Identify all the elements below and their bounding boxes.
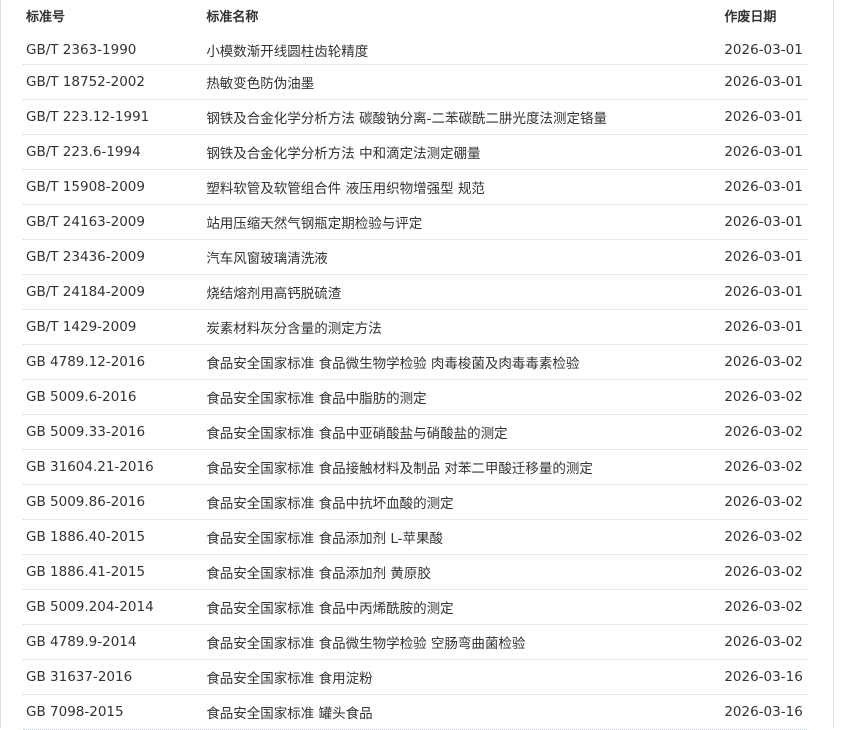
abolish-date-cell: 2026-03-02 [724,389,803,405]
standard-name-cell[interactable]: 食品安全国家标准 食品微生物学检验 空肠弯曲菌检验 [206,632,724,652]
table-row[interactable]: GB/T 2363-1990 小模数渐开线圆柱齿轮精度 2026-03-01 [23,35,807,65]
standard-name-cell[interactable]: 站用压缩天然气钢瓶定期检验与评定 [206,212,724,232]
standard-code-cell: GB/T 2363-1990 [26,41,137,58]
table-row[interactable]: GB 5009.33-2016 食品安全国家标准 食品中亚硝酸盐与硝酸盐的测定 20… [23,415,807,450]
table-row[interactable]: GB/T 24163-2009 站用压缩天然气钢瓶定期检验与评定 2026-03-0… [23,205,807,240]
table-row[interactable]: GB 7098-2015 食品安全国家标准 罐头食品 2026-03-16 [23,695,807,730]
standard-name-cell[interactable]: 炭素材料灰分含量的测定方法 [206,317,724,337]
standard-code-cell: GB 5009.33-2016 [26,424,146,440]
table-row[interactable]: GB 4789.12-2016 食品安全国家标准 食品微生物学检验 肉毒梭菌及肉毒… [23,345,807,380]
table-row[interactable]: GB 5009.86-2016 食品安全国家标准 食品中抗坏血酸的测定 2026-0… [23,485,807,520]
header-standard-name: 标准名称 [206,9,259,25]
table-row[interactable]: GB/T 15908-2009 塑料软管及软管组合件 液压用织物增强型 规范 202… [23,170,807,205]
standard-code-cell: GB 5009.86-2016 [26,494,146,510]
standard-name-cell[interactable]: 食品安全国家标准 罐头食品 [206,702,724,722]
abolish-date-cell: 2026-03-02 [724,424,803,440]
table-row[interactable]: GB 5009.6-2016 食品安全国家标准 食品中脂肪的测定 2026-03-0… [23,380,807,415]
table-row[interactable]: GB/T 1429-2009 炭素材料灰分含量的测定方法 2026-03-01 [23,310,807,345]
abolish-date-cell: 2026-03-02 [724,564,803,580]
standard-name-cell[interactable]: 食品安全国家标准 食品添加剂 黄原胶 [206,562,724,582]
standard-name-cell[interactable]: 食品安全国家标准 食品中亚硝酸盐与硝酸盐的测定 [206,422,724,442]
table-row[interactable]: GB 1886.41-2015 食品安全国家标准 食品添加剂 黄原胶 2026-03… [23,555,807,590]
abolish-date-cell: 2026-03-01 [724,179,803,195]
standard-name-cell[interactable]: 热敏变色防伪油墨 [206,72,724,92]
abolish-date-cell: 2026-03-01 [724,109,803,125]
abolish-date-cell: 2026-03-01 [724,319,803,335]
standard-code-cell: GB 5009.204-2014 [26,599,154,615]
abolish-date-cell: 2026-03-01 [724,144,803,160]
table-row[interactable]: GB/T 223.6-1994 钢铁及合金化学分析方法 中和滴定法测定硼量 2026… [23,135,807,170]
standard-name-cell[interactable]: 塑料软管及软管组合件 液压用织物增强型 规范 [206,177,724,197]
abolished-standards-table: 标准号 标准名称 作废日期 GB/T 2363-1990 小模数渐开线圆柱齿轮精度… [23,0,807,730]
standard-code-cell: GB 1886.41-2015 [26,564,146,580]
standard-code-cell: GB/T 1429-2009 [26,319,137,335]
abolish-date-cell: 2026-03-16 [724,704,803,720]
header-standard-code: 标准号 [26,9,66,25]
standard-name-cell[interactable]: 食品安全国家标准 食品中丙烯酰胺的测定 [206,597,724,617]
standard-name-cell[interactable]: 汽车风窗玻璃清洗液 [206,247,724,267]
header-abolish-date: 作废日期 [724,9,777,25]
standard-code-cell: GB 4789.9-2014 [26,634,137,650]
abolish-date-cell: 2026-03-02 [724,599,803,615]
standard-code-cell: GB 7098-2015 [26,704,124,720]
content-panel: 标准号 标准名称 作废日期 GB/T 2363-1990 小模数渐开线圆柱齿轮精度… [0,0,834,730]
standard-name-cell[interactable]: 小模数渐开线圆柱齿轮精度 [206,40,724,60]
abolish-date-cell: 2026-03-02 [724,494,803,510]
standard-code-cell: GB 31637-2016 [26,669,133,685]
standard-code-cell: GB 31604.21-2016 [26,459,154,475]
abolish-date-cell: 2026-03-02 [724,459,803,475]
standard-code-cell: GB 5009.6-2016 [26,389,137,405]
table-row[interactable]: GB/T 223.12-1991 钢铁及合金化学分析方法 碳酸钠分离-二苯碳酰二肼… [23,100,807,135]
standard-code-cell: GB/T 18752-2002 [26,74,145,90]
standard-name-cell[interactable]: 钢铁及合金化学分析方法 碳酸钠分离-二苯碳酰二肼光度法测定铬量 [206,107,724,127]
abolish-date-cell: 2026-03-01 [724,284,803,300]
standard-code-cell: GB 1886.40-2015 [26,529,146,545]
abolish-date-cell: 2026-03-01 [724,214,803,230]
table-row[interactable]: GB 31637-2016 食品安全国家标准 食用淀粉 2026-03-16 [23,660,807,695]
table-row[interactable]: GB 4789.9-2014 食品安全国家标准 食品微生物学检验 空肠弯曲菌检验 2… [23,625,807,660]
standard-name-cell[interactable]: 食品安全国家标准 食品微生物学检验 肉毒梭菌及肉毒毒素检验 [206,352,724,372]
abolish-date-cell: 2026-03-01 [724,249,803,265]
table-row[interactable]: GB/T 18752-2002 热敏变色防伪油墨 2026-03-01 [23,65,807,100]
abolish-date-cell: 2026-03-02 [724,354,803,370]
table-row[interactable]: GB/T 23436-2009 汽车风窗玻璃清洗液 2026-03-01 [23,240,807,275]
standard-code-cell: GB 4789.12-2016 [26,354,146,370]
standard-name-cell[interactable]: 食品安全国家标准 食品中抗坏血酸的测定 [206,492,724,512]
table-row[interactable]: GB/T 24184-2009 烧结熔剂用高钙脱硫渣 2026-03-01 [23,275,807,310]
abolish-date-cell: 2026-03-16 [724,669,803,685]
standard-code-cell: GB/T 23436-2009 [26,249,145,265]
table-header: 标准号 标准名称 作废日期 [23,0,807,30]
standard-name-cell[interactable]: 烧结熔剂用高钙脱硫渣 [206,282,724,302]
standard-code-cell: GB/T 24163-2009 [26,214,145,230]
standard-name-cell[interactable]: 食品安全国家标准 食品中脂肪的测定 [206,387,724,407]
standard-name-cell[interactable]: 食品安全国家标准 食品添加剂 L-苹果酸 [206,527,724,547]
standard-code-cell: GB/T 223.6-1994 [26,144,141,160]
abolish-date-cell: 2026-03-02 [724,529,803,545]
abolish-date-cell: 2026-03-01 [724,74,803,90]
table-row[interactable]: GB 1886.40-2015 食品安全国家标准 食品添加剂 L-苹果酸 2026-… [23,520,807,555]
standard-code-cell: GB/T 223.12-1991 [26,109,150,125]
standard-name-cell[interactable]: 钢铁及合金化学分析方法 中和滴定法测定硼量 [206,142,724,162]
standard-code-cell: GB/T 24184-2009 [26,284,145,300]
abolish-date-cell: 2026-03-02 [724,634,803,650]
table-row[interactable]: GB 5009.204-2014 食品安全国家标准 食品中丙烯酰胺的测定 2026-… [23,590,807,625]
standard-code-cell: GB/T 15908-2009 [26,179,145,195]
abolish-date-cell: 2026-03-01 [724,41,803,58]
table-row[interactable]: GB 31604.21-2016 食品安全国家标准 食品接触材料及制品 对苯二甲酸… [23,450,807,485]
table-body: GB/T 2363-1990 小模数渐开线圆柱齿轮精度 2026-03-01 GB/T… [23,35,807,730]
standard-name-cell[interactable]: 食品安全国家标准 食品接触材料及制品 对苯二甲酸迁移量的测定 [206,457,724,477]
standard-name-cell[interactable]: 食品安全国家标准 食用淀粉 [206,667,724,687]
